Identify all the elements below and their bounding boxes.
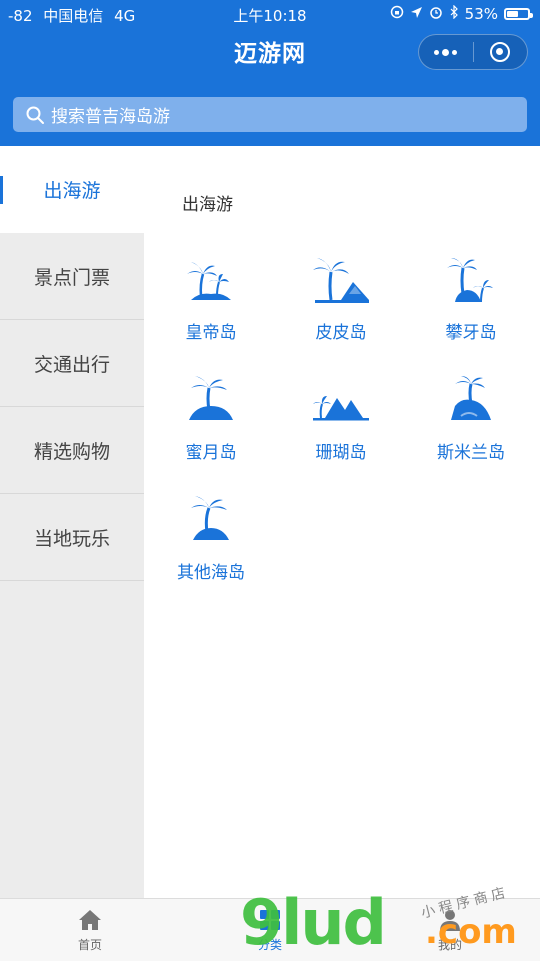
sidebar-item-label: 精选购物: [33, 440, 110, 463]
tab-label: 首页: [77, 937, 102, 952]
more-menu-button[interactable]: [419, 35, 473, 69]
sidebar-item-local-fun[interactable]: 当地玩乐: [0, 494, 144, 581]
palm-mountain-icon: [313, 258, 369, 303]
island-item-shanhu[interactable]: 珊瑚岛: [276, 376, 406, 486]
search-bar[interactable]: 搜索普吉海岛游: [13, 97, 527, 132]
island-item-panya[interactable]: 攀牙岛: [406, 256, 536, 366]
island-item-pipi[interactable]: 皮皮岛: [276, 256, 406, 366]
category-icon: [260, 909, 280, 930]
target-circle-icon: [490, 42, 511, 62]
alarm-icon: [429, 5, 443, 23]
island-label: 其他海岛: [177, 563, 245, 583]
island-label: 珊瑚岛: [315, 443, 367, 463]
status-right: 53%: [390, 4, 533, 23]
island-label: 斯米兰岛: [437, 443, 505, 463]
sidebar-item-chuhaiyou[interactable]: 出海游: [0, 146, 144, 233]
palm-rock-icon: [447, 258, 493, 303]
island-item-other[interactable]: 其他海岛: [146, 496, 276, 606]
status-bar: -82 中国电信 4G 上午10:18 53%: [0, 0, 540, 28]
mountain-palm-icon: [313, 396, 369, 421]
island-item-similan[interactable]: 斯米兰岛: [406, 376, 536, 486]
miniprogram-capsule: [418, 34, 528, 70]
sidebar-item-tickets[interactable]: 景点门票: [0, 233, 144, 320]
section-title: 出海游: [182, 195, 233, 215]
tab-home[interactable]: 首页: [0, 899, 180, 961]
top-bar: -82 中国电信 4G 上午10:18 53% 迈游网 搜索普吉海岛游: [0, 0, 540, 146]
island-item-huangdi[interactable]: 皇帝岛: [146, 256, 276, 366]
user-icon: [440, 909, 460, 931]
palm-island-icon: [189, 376, 233, 420]
island-label: 皇帝岛: [185, 323, 237, 343]
sidebar-item-transport[interactable]: 交通出行: [0, 320, 144, 407]
search-icon: [26, 106, 44, 124]
island-label: 皮皮岛: [315, 323, 367, 343]
battery-percent: 53%: [464, 5, 498, 23]
rotation-lock-icon: [390, 5, 404, 23]
tab-category[interactable]: 分类: [180, 899, 360, 961]
island-item-miyue[interactable]: 蜜月岛: [146, 376, 276, 486]
palm-island-icon: [191, 496, 229, 540]
location-arrow-icon: [410, 6, 423, 23]
tab-label: 我的: [437, 937, 462, 952]
tab-profile[interactable]: 我的: [360, 899, 540, 961]
bottom-tab-bar: 首页 分类 我的: [0, 898, 540, 961]
sidebar-item-label: 当地玩乐: [33, 527, 110, 550]
sidebar-item-label: 景点门票: [33, 266, 110, 289]
sidebar-item-label: 交通出行: [33, 353, 110, 376]
battery-icon: [504, 8, 533, 20]
tab-label: 分类: [257, 937, 282, 952]
sidebar-item-label: 出海游: [43, 180, 101, 202]
palm-trees-icon: [187, 262, 231, 300]
island-cliff-icon: [451, 376, 491, 420]
close-miniprogram-button[interactable]: [474, 35, 528, 69]
island-label: 攀牙岛: [445, 323, 497, 343]
category-content: 出海游 皇帝岛 皮皮岛 攀牙岛 蜜月岛 珊瑚岛 斯米兰岛 其他海岛: [144, 146, 540, 898]
bluetooth-icon: [449, 4, 459, 23]
island-label: 蜜月岛: [185, 443, 237, 463]
home-icon: [79, 909, 101, 930]
search-placeholder: 搜索普吉海岛游: [51, 107, 170, 127]
category-sidebar: 出海游 景点门票 交通出行 精选购物 当地玩乐: [0, 146, 144, 898]
more-dots-icon: [434, 48, 458, 56]
sidebar-item-shopping[interactable]: 精选购物: [0, 407, 144, 494]
